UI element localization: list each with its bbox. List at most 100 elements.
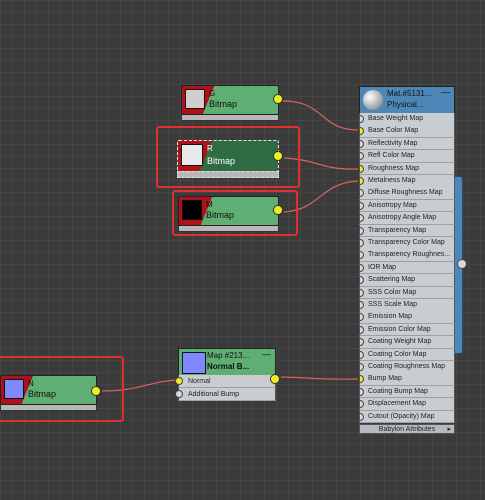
slot-roughness-map[interactable]: Roughness Map (359, 162, 455, 176)
material-sphere-thumbnail (363, 90, 383, 110)
material-output-socket[interactable] (457, 259, 467, 269)
output-socket[interactable] (273, 94, 283, 104)
input-socket[interactable] (360, 127, 364, 136)
slot-anisotropy-map[interactable]: Anisotropy Map (359, 199, 455, 213)
bitmap-letter: R (207, 144, 213, 153)
normal-bump-node[interactable]: Map #213... Normal B... — Normal Additio… (175, 348, 280, 406)
slot-coating-color-map[interactable]: Coating Color Map (359, 348, 455, 362)
input-socket[interactable] (360, 164, 364, 173)
slot-ior-map[interactable]: IOR Map (359, 261, 455, 275)
input-socket[interactable] (360, 338, 364, 347)
slot-label: IOR Map (368, 263, 397, 271)
output-socket[interactable] (273, 205, 283, 215)
slot-label: Coating Color Map (368, 350, 427, 358)
input-socket[interactable] (360, 139, 364, 148)
slot-label: Metalness Map (368, 177, 416, 184)
slot-label: SSS Scale Map (368, 301, 418, 308)
slot-transparency-color-map[interactable]: Transparency Color Map (359, 237, 455, 250)
slot-coating-roughness-map[interactable]: Coating Roughness Map (359, 361, 455, 374)
slot-anisotropy-angle-map[interactable]: Anisotropy Angle Map (359, 212, 455, 225)
bitmap-letter: N (28, 379, 34, 388)
node-header[interactable]: Map #213... Normal B... — (178, 348, 276, 376)
input-socket[interactable] (360, 350, 364, 359)
input-socket[interactable] (360, 288, 364, 297)
expand-arrow-icon[interactable]: ▸ (447, 425, 451, 435)
slot-bump-map[interactable]: Bump Map (359, 373, 455, 386)
slot-label: Transparency Roughnes... (368, 251, 451, 259)
physical-material-node[interactable]: Mat.#5131... Physical... — Base Weight M… (359, 86, 455, 436)
node-subtitle: Physical... (387, 100, 424, 109)
slot-transparency-map[interactable]: Transparency Map (359, 224, 455, 238)
input-socket[interactable] (360, 301, 364, 309)
slot-coating-weight-map[interactable]: Coating Weight Map (359, 336, 455, 349)
input-socket[interactable] (360, 387, 364, 396)
bitmap-type: Bitmap (207, 156, 236, 166)
bitmap-type: Bitmap (28, 389, 57, 399)
slot-sss-scale-map[interactable]: SSS Scale Map (359, 299, 455, 312)
slot-transparency-roughnes[interactable]: Transparency Roughnes... (359, 249, 455, 262)
input-socket[interactable] (360, 276, 364, 285)
slot-label: Refl Color Map (368, 152, 415, 160)
slot-label: Base Color Map (368, 127, 419, 135)
slot-label: Transparency Map (368, 226, 427, 234)
slot-cutout-opacity-map[interactable]: Cutout (Opacity) Map (359, 410, 455, 424)
input-socket[interactable] (360, 177, 364, 185)
input-socket[interactable] (360, 325, 364, 334)
slot-label: Additional Bump (188, 391, 239, 398)
slot-label: Scattering Map (368, 276, 416, 284)
slot-additional-bump[interactable]: Additional Bump (175, 388, 276, 401)
slot-label: Displacement Map (368, 400, 426, 408)
babylon-attributes-rollout[interactable]: Babylon Attributes ▸ (359, 424, 455, 434)
slot-diffuse-roughness-map[interactable]: Diffuse Roughness Map (359, 187, 455, 200)
slot-refl-color-map[interactable]: Refl Color Map (359, 150, 455, 163)
slot-reflectivity-map[interactable]: Reflectivity Map (359, 137, 455, 151)
slot-label: SSS Color Map (368, 288, 417, 296)
slot-label: Coating Bump Map (368, 387, 428, 395)
input-socket[interactable] (360, 400, 364, 409)
node-header[interactable]: Mat.#5131... Physical... — (359, 86, 455, 114)
slot-base-color-map[interactable]: Base Color Map (359, 125, 455, 138)
slot-normal[interactable]: Normal (175, 375, 276, 388)
input-socket[interactable] (360, 263, 364, 272)
input-socket[interactable] (360, 226, 364, 235)
slot-metalness-map[interactable]: Metalness Map (359, 175, 455, 188)
bitmap-thumbnail (182, 200, 202, 220)
input-socket[interactable] (360, 115, 364, 123)
slot-emission-map[interactable]: Emission Map (359, 311, 455, 324)
slot-label: Transparency Color Map (368, 239, 445, 246)
slot-label: Anisotropy Map (368, 201, 417, 209)
input-socket[interactable] (360, 152, 364, 161)
bitmap-node-body: N Bitmap (0, 375, 97, 405)
slot-displacement-map[interactable]: Displacement Map (359, 398, 455, 411)
bitmap-node-n[interactable]: N Bitmap (0, 375, 101, 411)
bitmap-node-r[interactable]: R Bitmap (177, 140, 283, 178)
minimize-icon[interactable]: — (441, 87, 450, 97)
input-socket[interactable] (360, 214, 364, 223)
slot-base-weight-map[interactable]: Base Weight Map (359, 113, 455, 126)
input-socket[interactable] (360, 251, 364, 260)
input-socket[interactable] (360, 363, 364, 371)
input-socket[interactable] (360, 239, 364, 247)
slot-sss-color-map[interactable]: SSS Color Map (359, 286, 455, 300)
input-socket[interactable] (175, 390, 183, 398)
input-socket[interactable] (360, 313, 364, 322)
input-socket[interactable] (360, 201, 364, 210)
input-socket[interactable] (360, 375, 364, 384)
bitmap-node-body: G Bitmap (181, 85, 279, 115)
input-socket[interactable] (175, 377, 183, 385)
input-socket[interactable] (360, 412, 364, 421)
slot-scattering-map[interactable]: Scattering Map (359, 274, 455, 287)
output-socket[interactable] (91, 386, 101, 396)
bitmap-node-g[interactable]: G Bitmap (181, 85, 283, 121)
minimize-icon[interactable]: — (262, 349, 271, 359)
slot-label: Reflectivity Map (368, 139, 418, 147)
slot-emission-color-map[interactable]: Emission Color Map (359, 323, 455, 337)
slot-label: Normal (188, 378, 211, 385)
input-socket[interactable] (360, 189, 364, 198)
output-socket[interactable] (273, 151, 283, 161)
slot-coating-bump-map[interactable]: Coating Bump Map (359, 385, 455, 399)
bitmap-node-m[interactable]: M Bitmap (178, 196, 283, 232)
output-socket[interactable] (270, 374, 280, 384)
slot-label: Emission Color Map (368, 325, 431, 333)
slot-label: Anisotropy Angle Map (368, 214, 437, 222)
